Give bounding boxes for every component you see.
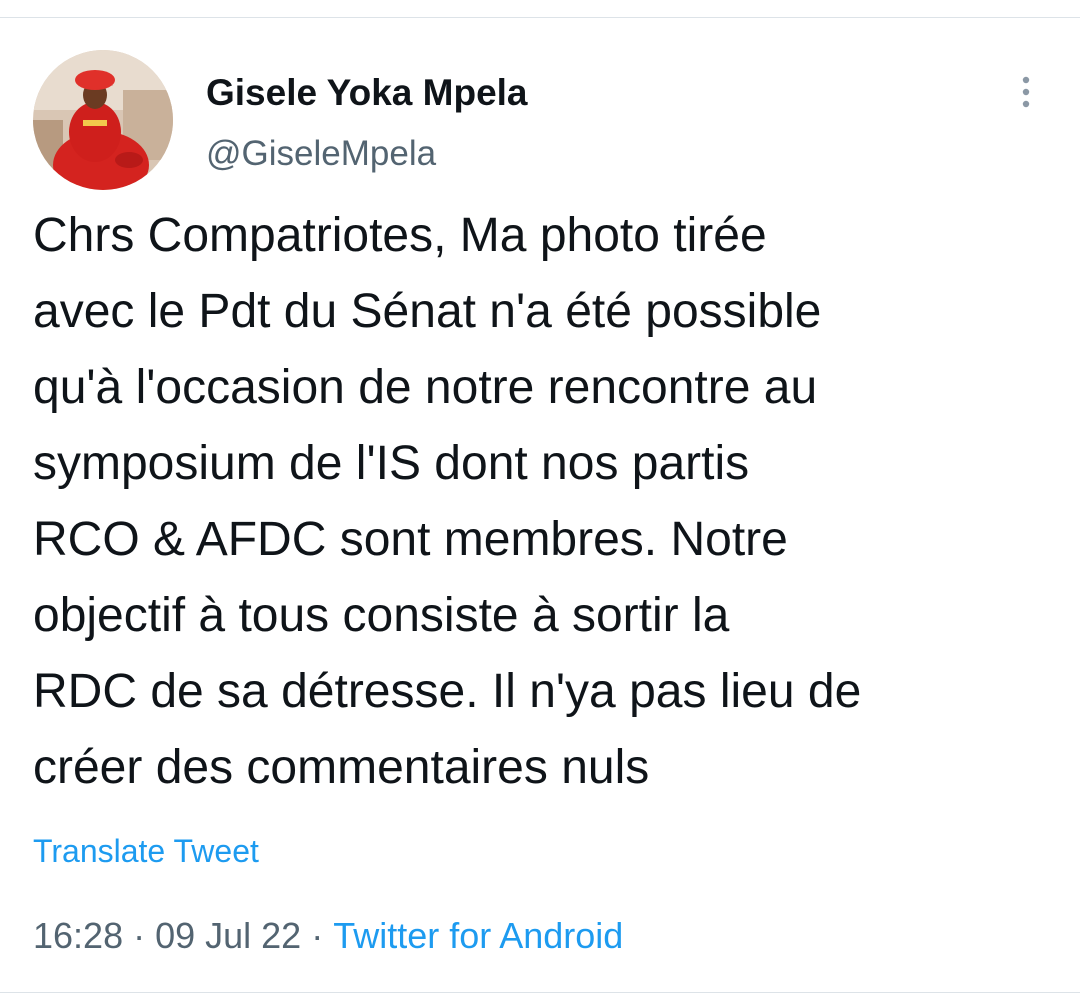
separator: · bbox=[133, 915, 146, 956]
tweet-text: Chrs Compatriotes, Ma photo tirée avec l… bbox=[33, 209, 862, 794]
tweet-source-link[interactable]: Twitter for Android bbox=[333, 915, 623, 956]
avatar-image bbox=[33, 50, 173, 190]
translate-tweet-link[interactable]: Translate Tweet bbox=[33, 833, 259, 870]
bottom-divider bbox=[0, 992, 1080, 993]
author-avatar[interactable] bbox=[33, 50, 173, 190]
author-display-name[interactable]: Gisele Yoka Mpela bbox=[206, 72, 528, 114]
tweet-time: 16:28 bbox=[33, 915, 124, 956]
author-handle[interactable]: @GiseleMpela bbox=[206, 134, 436, 174]
tweet-metadata: 16:28 · 09 Jul 22 · Twitter for Android bbox=[33, 915, 623, 957]
separator: · bbox=[311, 915, 324, 956]
tweet-date: 09 Jul 22 bbox=[155, 915, 302, 956]
top-divider bbox=[0, 17, 1080, 18]
more-vertical-icon[interactable] bbox=[1010, 72, 1042, 116]
